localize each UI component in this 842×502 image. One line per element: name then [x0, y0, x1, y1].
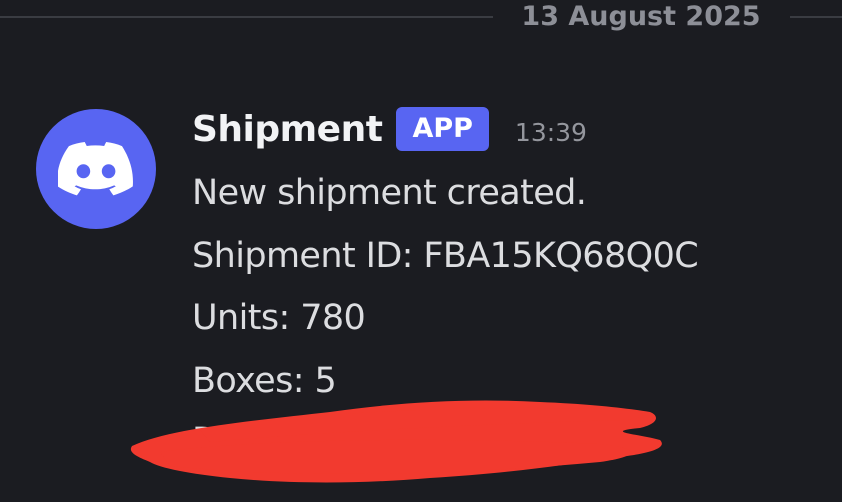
author-name[interactable]: Shipment — [192, 109, 383, 150]
date-divider-line-left — [0, 16, 493, 18]
date-divider-line-right — [790, 16, 842, 18]
message-line: Boxes: 5 — [192, 361, 337, 401]
message-header: Shipment APP 13:39 — [192, 104, 587, 154]
message-line: Units: 780 — [192, 298, 366, 338]
discord-logo-icon — [58, 142, 133, 196]
message-line: Shipment ID: FBA15KQ68Q0C — [192, 236, 699, 276]
avatar[interactable] — [36, 109, 156, 229]
message-timestamp[interactable]: 13:39 — [515, 112, 587, 147]
message-line: New shipment created. — [192, 173, 587, 213]
app-badge: APP — [396, 107, 489, 151]
date-divider: 13 August 2025 — [521, 1, 761, 32]
message-line: Di — [192, 421, 228, 461]
